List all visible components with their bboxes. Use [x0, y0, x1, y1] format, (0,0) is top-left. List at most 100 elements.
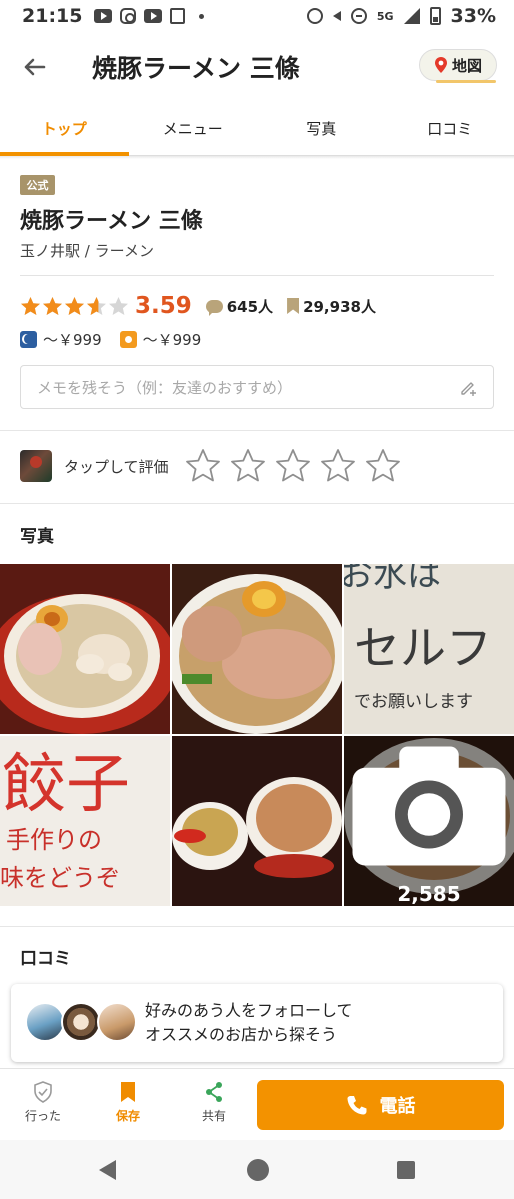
went-button[interactable]: 行った — [13, 1081, 73, 1124]
photo-more[interactable]: 2,585 — [344, 736, 514, 906]
pencil-add-icon — [461, 382, 476, 396]
rating-score: 3.59 — [135, 293, 192, 319]
map-button[interactable]: 地図 — [419, 49, 497, 83]
divider — [20, 275, 494, 276]
rate-star-4-icon[interactable] — [320, 448, 356, 484]
went-label: 行った — [24, 1109, 61, 1123]
bottom-action-bar: 行った 保存 共有 電話 — [0, 1068, 514, 1140]
avatar-stack — [25, 1002, 140, 1042]
rating-stars — [20, 296, 129, 317]
avatar — [97, 1002, 137, 1042]
svg-text:餃子: 餃子 — [2, 748, 130, 822]
page-title: 焼豚ラーメン 三條 — [92, 54, 300, 83]
app-header: 焼豚ラーメン 三條 地図 — [0, 32, 514, 100]
photo-count-overlay: 2,585 — [344, 736, 514, 906]
photo-self-service-sign[interactable]: お水は セルフ でお願いします — [344, 564, 514, 734]
tab-reviews[interactable]: 口コミ — [386, 100, 514, 155]
review-count-value: 645人 — [226, 297, 274, 316]
avatar — [25, 1002, 65, 1042]
system-navigation-bar — [0, 1140, 514, 1199]
signal-icon — [403, 8, 420, 24]
battery-icon — [429, 7, 441, 25]
bookmark-filled-icon — [121, 1082, 135, 1102]
tab-divider-shadow — [0, 156, 514, 159]
phone-icon — [347, 1096, 366, 1115]
photo-ramen-gyoza[interactable] — [0, 564, 170, 734]
photo-gyoza-sign[interactable]: 餃子 手作りの 味をどうぞ — [0, 736, 170, 906]
rating-row: 3.59 645人 29,938人 — [20, 292, 376, 320]
share-button[interactable]: 共有 — [184, 1081, 244, 1124]
rate-star-1-icon[interactable] — [185, 448, 221, 484]
store-name: 焼豚ラーメン 三條 — [20, 209, 203, 234]
shield-check-icon — [34, 1081, 52, 1103]
follow-line-2: オススメのお店から探そう — [145, 1025, 338, 1044]
memo-input[interactable]: メモを残そう（例：友達のおすすめ） — [20, 365, 494, 409]
photo-grid: お水は セルフ でお願いします 餃子 手作りの 味をどうぞ 2,585 — [0, 564, 514, 906]
avatar — [61, 1002, 101, 1042]
status-bar: 21:15 5G 33% — [0, 0, 514, 32]
svg-text:セルフ: セルフ — [354, 621, 492, 675]
rating-star-icon — [21, 296, 40, 315]
nav-home-icon[interactable] — [247, 1159, 269, 1181]
back-button[interactable] — [20, 52, 50, 82]
instagram-notification-icon — [120, 8, 137, 24]
photo-chashu-ramen[interactable] — [172, 564, 342, 734]
save-count: 29,938人 — [287, 296, 376, 317]
status-time: 21:15 — [22, 5, 83, 27]
dinner-moon-icon — [20, 331, 37, 348]
user-avatar — [20, 450, 52, 482]
section-divider — [0, 503, 514, 504]
mute-icon — [332, 11, 341, 21]
nav-recents-icon[interactable] — [397, 1161, 415, 1179]
network-type: 5G — [376, 9, 394, 23]
official-badge: 公式 — [20, 175, 55, 195]
photos-section-title: 写真 — [20, 527, 54, 547]
tab-top[interactable]: トップ — [0, 100, 129, 156]
battery-percent: 33% — [450, 5, 496, 27]
tab-photos[interactable]: 写真 — [257, 100, 386, 155]
rate-star-5-icon[interactable] — [365, 448, 401, 484]
save-label: 保存 — [115, 1109, 140, 1123]
comment-icon — [205, 299, 223, 316]
section-divider — [0, 430, 514, 431]
save-button[interactable]: 保存 — [98, 1081, 158, 1124]
photo-count: 2,585 — [397, 882, 461, 906]
dinner-price: ～￥999 — [43, 331, 102, 349]
rate-stars — [185, 448, 401, 484]
svg-text:でお願いします: でお願いします — [354, 692, 473, 712]
rate-star-3-icon[interactable] — [275, 448, 311, 484]
lunch-price: ～￥999 — [142, 331, 202, 349]
rating-star-icon — [109, 296, 128, 315]
rating-star-icon — [65, 296, 84, 315]
call-button[interactable]: 電話 — [257, 1080, 504, 1130]
price-row: ～￥999 ～￥999 — [20, 329, 201, 350]
more-notifications-dot-icon — [199, 13, 205, 19]
svg-text:お水は: お水は — [344, 564, 441, 595]
rate-star-2-icon[interactable] — [230, 448, 266, 484]
review-count[interactable]: 645人 — [205, 296, 274, 317]
map-pin-icon — [434, 57, 447, 73]
youtube-notification-icon — [94, 9, 113, 23]
tab-bar: トップ メニュー 写真 口コミ — [0, 100, 514, 156]
rating-star-icon — [43, 296, 62, 315]
reviews-section-title: 口コミ — [20, 949, 71, 969]
rate-prompt-label: タップして評価 — [64, 457, 169, 476]
nav-back-icon[interactable] — [99, 1160, 116, 1180]
memo-placeholder: メモを残そう（例：友達のおすすめ） — [37, 378, 293, 397]
do-not-disturb-icon — [350, 8, 367, 24]
lunch-sun-icon — [119, 331, 137, 348]
camera-icon — [352, 746, 506, 866]
follow-suggestion-text: 好みのあう人をフォローして オススメのお店から探そう — [145, 999, 353, 1047]
tab-menu[interactable]: メニュー — [129, 100, 258, 155]
follow-suggestion-card[interactable]: 好みのあう人をフォローして オススメのお店から探そう — [11, 984, 503, 1062]
save-count-value: 29,938人 — [303, 297, 376, 316]
photo-fried-rice-ramen[interactable] — [172, 736, 342, 906]
section-divider — [0, 926, 514, 927]
arrow-left-icon — [24, 58, 46, 76]
rating-star-icon — [87, 296, 106, 315]
youtube-notification-icon — [144, 9, 163, 23]
rate-row: タップして評価 — [20, 448, 401, 484]
store-station-genre: 玉ノ井駅 / ラーメン — [20, 242, 154, 260]
map-button-label: 地図 — [451, 56, 482, 75]
news-notification-icon — [170, 8, 186, 24]
